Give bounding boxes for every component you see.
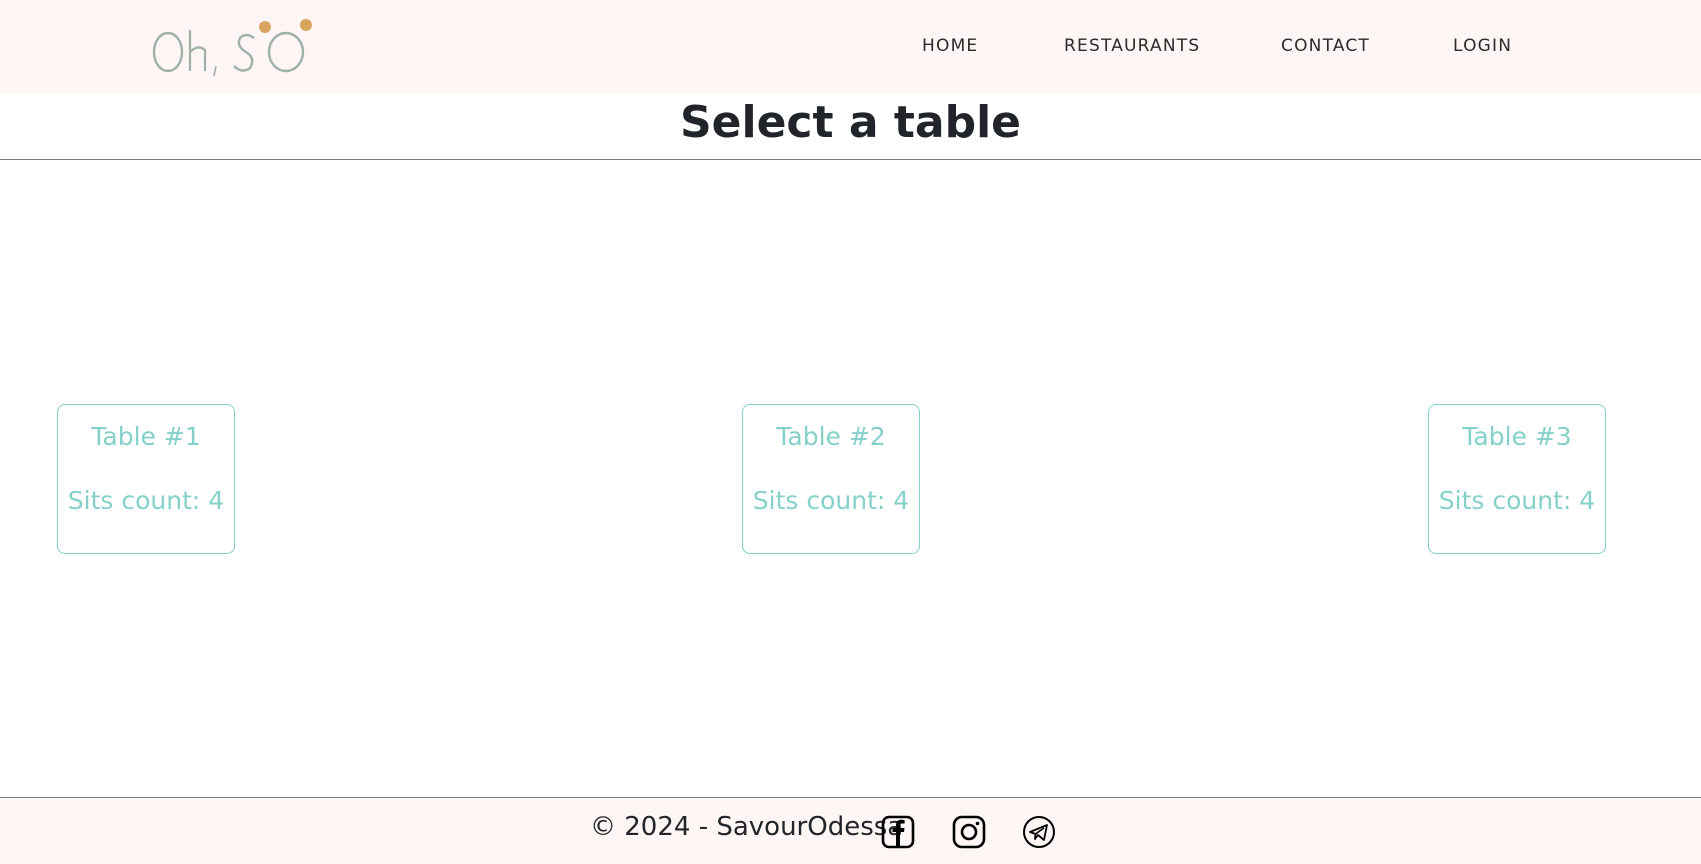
copyright-text: © 2024 - SavourOdessa (590, 812, 904, 842)
title-section: Select a table (0, 93, 1701, 160)
table-sits: Sits count: 4 (752, 486, 910, 515)
table-sits: Sits count: 4 (67, 486, 225, 515)
table-card-1[interactable]: Table #1 Sits count: 4 (57, 404, 235, 554)
instagram-link[interactable] (952, 815, 986, 849)
telegram-link[interactable] (1022, 815, 1056, 849)
main-nav: HOME RESTAURANTS CONTACT LOGIN (0, 0, 1701, 93)
nav-restaurants[interactable]: RESTAURANTS (1064, 36, 1200, 56)
nav-login[interactable]: LOGIN (1453, 36, 1512, 56)
table-name: Table #2 (776, 422, 886, 451)
facebook-link[interactable] (881, 815, 915, 849)
nav-home[interactable]: HOME (922, 36, 978, 56)
table-card-3[interactable]: Table #3 Sits count: 4 (1428, 404, 1606, 554)
page-title: Select a table (679, 97, 1022, 148)
instagram-icon (952, 815, 986, 849)
table-name: Table #1 (91, 422, 201, 451)
telegram-icon (1023, 816, 1055, 848)
page: HOME RESTAURANTS CONTACT LOGIN Select a … (0, 0, 1701, 864)
facebook-icon (881, 815, 915, 849)
site-header: HOME RESTAURANTS CONTACT LOGIN (0, 0, 1701, 93)
table-card-2[interactable]: Table #2 Sits count: 4 (742, 404, 920, 554)
nav-contact[interactable]: CONTACT (1281, 36, 1370, 56)
table-sits: Sits count: 4 (1438, 486, 1596, 515)
table-name: Table #3 (1462, 422, 1572, 451)
site-footer: © 2024 - SavourOdessa (0, 797, 1701, 864)
